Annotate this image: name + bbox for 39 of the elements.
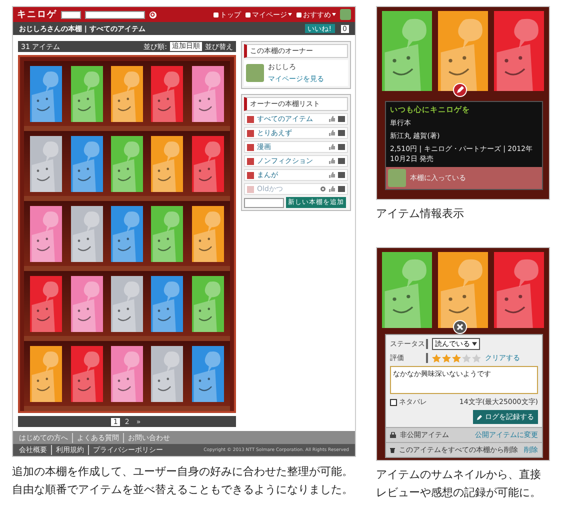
thumbs-up-icon [329, 144, 335, 150]
site-logo[interactable]: キニロゲ [17, 8, 57, 21]
caret-icon [288, 13, 292, 16]
search-icon[interactable] [149, 10, 157, 18]
book-icon [338, 186, 345, 192]
thumbs-up-icon [329, 186, 335, 192]
new-shelf-input[interactable] [244, 198, 284, 208]
close-icon[interactable] [453, 320, 467, 334]
book-icon [338, 158, 345, 164]
caption: アイテムのサムネイルから、直接レビューや感想の記録が可能に。 [376, 467, 542, 501]
nav-icon [213, 12, 219, 18]
search-scope-select[interactable] [61, 10, 81, 18]
star-icon [472, 354, 481, 362]
pencil-pin-icon [453, 83, 467, 97]
owner-avatar [388, 169, 406, 187]
pencil-icon [477, 414, 483, 420]
caret-icon [472, 342, 477, 346]
star-icon [442, 354, 451, 362]
caption: アイテム情報表示 [376, 206, 465, 222]
caption: 追加の本棚を作成して、ユーザー自身の好みに合わせた整理が可能。自由な順番でアイテムを並べ替えることもできるようになりました。 [12, 464, 354, 498]
book-icon [338, 172, 345, 178]
caret-icon [332, 13, 336, 16]
trash-icon [390, 447, 395, 453]
book-icon [338, 144, 345, 150]
thumbs-up-icon [329, 158, 335, 164]
lock-icon [390, 432, 396, 438]
star-icon [432, 354, 441, 362]
nav-icon [245, 12, 251, 18]
nav-icon [296, 12, 302, 18]
star-rating[interactable] [432, 354, 481, 362]
star-icon [462, 354, 471, 362]
thumbs-up-icon [329, 130, 335, 136]
thumbs-up-icon [329, 116, 335, 122]
book-icon [338, 116, 345, 122]
owner-avatar [246, 64, 264, 82]
thumbs-up-icon [329, 172, 335, 178]
book-icon [338, 130, 345, 136]
star-icon [452, 354, 461, 362]
search-field[interactable] [85, 10, 145, 18]
